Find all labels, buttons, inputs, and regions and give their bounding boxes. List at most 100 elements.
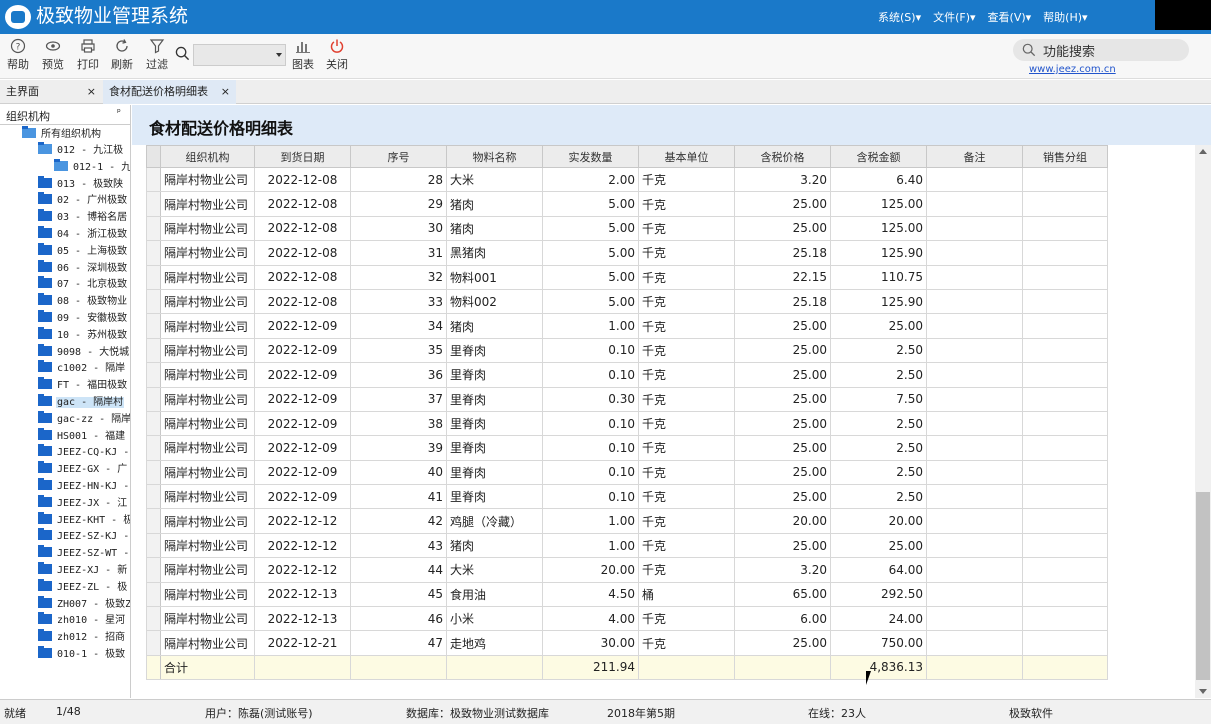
row-header[interactable] — [146, 630, 161, 656]
table-cell[interactable] — [926, 484, 1023, 510]
table-cell[interactable]: 6.40 — [830, 166, 927, 193]
table-cell[interactable]: 里脊肉 — [446, 386, 543, 412]
table-cell[interactable]: 2022-12-09 — [254, 386, 351, 412]
table-cell[interactable]: 5.00 — [542, 240, 639, 266]
table-cell[interactable]: 千克 — [638, 435, 735, 461]
table-cell[interactable] — [926, 288, 1023, 315]
vertical-scrollbar[interactable] — [1195, 145, 1211, 698]
table-cell[interactable]: 隔岸村物业公司 — [160, 459, 255, 486]
table-cell[interactable]: 桶 — [638, 581, 735, 608]
table-cell[interactable]: 隔岸村物业公司 — [160, 532, 255, 559]
table-row[interactable]: 隔岸村物业公司 2022-12-09 41 里脊肉 0.10 千克 25.00 2.50 — [146, 484, 1108, 510]
menu-view[interactable]: 查看(V)▾ — [988, 9, 1032, 25]
table-cell[interactable]: 里脊肉 — [446, 484, 543, 510]
table-cell[interactable]: 25.00 — [734, 410, 831, 437]
table-cell[interactable]: 物料001 — [446, 264, 543, 290]
table-cell[interactable]: 2022-12-08 — [254, 191, 351, 217]
table-cell[interactable] — [1022, 264, 1108, 290]
table-row[interactable]: 隔岸村物业公司 2022-12-08 28 大米 2.00 千克 3.20 6.40 — [146, 166, 1108, 193]
table-cell[interactable] — [1022, 630, 1108, 656]
tree-node[interactable]: JEEZ-ZL - 极 — [38, 578, 128, 596]
table-cell[interactable]: 25.00 — [734, 215, 831, 242]
table-cell[interactable] — [926, 435, 1023, 461]
table-cell[interactable]: 隔岸村物业公司 — [160, 606, 255, 632]
table-cell[interactable]: 34 — [350, 313, 447, 339]
column-header[interactable]: 销售分组 — [1022, 145, 1108, 168]
table-cell[interactable]: 千克 — [638, 313, 735, 339]
table-row[interactable]: 隔岸村物业公司 2022-12-08 31 黑猪肉 5.00 千克 25.18 125.90 — [146, 240, 1108, 266]
table-cell[interactable]: 2.50 — [830, 362, 927, 388]
table-cell[interactable] — [926, 166, 1023, 193]
table-cell[interactable]: 20.00 — [734, 508, 831, 534]
table-cell[interactable]: 46 — [350, 606, 447, 632]
table-cell[interactable]: 2022-12-08 — [254, 288, 351, 315]
table-cell[interactable]: 千克 — [638, 508, 735, 534]
tree-node[interactable]: JEEZ-HN-KJ - — [38, 478, 130, 495]
table-cell[interactable]: 隔岸村物业公司 — [160, 362, 255, 388]
table-row[interactable]: 隔岸村物业公司 2022-12-09 36 里脊肉 0.10 千克 25.00 2.50 — [146, 362, 1108, 388]
column-header[interactable]: 备注 — [926, 145, 1023, 168]
table-row[interactable]: 隔岸村物业公司 2022-12-09 38 里脊肉 0.10 千克 25.00 2.50 — [146, 410, 1108, 437]
table-cell[interactable]: 25.00 — [734, 362, 831, 388]
table-cell[interactable]: 125.00 — [830, 215, 927, 242]
table-cell[interactable]: 2022-12-08 — [254, 264, 351, 290]
row-header[interactable] — [146, 581, 161, 608]
table-cell[interactable] — [926, 410, 1023, 437]
search-combobox[interactable] — [193, 44, 286, 66]
table-cell[interactable]: 猪肉 — [446, 215, 543, 242]
table-cell[interactable]: 30 — [350, 215, 447, 242]
website-link[interactable]: www.jeez.com.cn — [1029, 64, 1116, 75]
table-cell[interactable]: 5.00 — [542, 264, 639, 290]
row-header[interactable] — [146, 264, 161, 290]
table-cell[interactable]: 隔岸村物业公司 — [160, 337, 255, 364]
table-cell[interactable] — [1022, 435, 1108, 461]
table-cell[interactable]: 隔岸村物业公司 — [160, 240, 255, 266]
row-header[interactable] — [146, 337, 161, 364]
chevron-down-icon[interactable] — [276, 53, 282, 57]
help-button[interactable]: ? 帮助 — [0, 38, 36, 72]
table-cell[interactable]: 大米 — [446, 557, 543, 583]
table-cell[interactable]: 1.00 — [542, 508, 639, 534]
table-cell[interactable]: 2022-12-09 — [254, 484, 351, 510]
table-cell[interactable]: 0.10 — [542, 459, 639, 486]
chart-button[interactable]: 图表 — [285, 38, 321, 72]
table-cell[interactable]: 65.00 — [734, 581, 831, 608]
table-cell[interactable]: 里脊肉 — [446, 410, 543, 437]
table-cell[interactable]: 里脊肉 — [446, 435, 543, 461]
table-cell[interactable] — [926, 191, 1023, 217]
table-cell[interactable] — [926, 313, 1023, 339]
table-cell[interactable]: 6.00 — [734, 606, 831, 632]
table-cell[interactable] — [926, 362, 1023, 388]
table-cell[interactable] — [926, 630, 1023, 656]
table-cell[interactable] — [1022, 166, 1108, 193]
table-cell[interactable] — [926, 386, 1023, 412]
table-cell[interactable]: 25.00 — [734, 337, 831, 364]
close-report-button[interactable]: 关闭 — [319, 38, 355, 72]
table-cell[interactable]: 45 — [350, 581, 447, 608]
tree-node-root[interactable]: 所有组织机构 — [22, 126, 102, 143]
tree-node[interactable]: 07 - 北京极致 — [38, 276, 128, 293]
scroll-up-icon[interactable] — [1199, 149, 1207, 154]
table-cell[interactable]: 5.00 — [542, 288, 639, 315]
table-cell[interactable]: 25.00 — [734, 435, 831, 461]
table-cell[interactable]: 25.00 — [734, 459, 831, 486]
table-cell[interactable]: 125.00 — [830, 191, 927, 217]
table-cell[interactable] — [926, 508, 1023, 534]
filter-button[interactable]: 过滤 — [139, 38, 175, 72]
table-cell[interactable]: 25.00 — [734, 191, 831, 217]
table-cell[interactable]: 2022-12-09 — [254, 410, 351, 437]
table-cell[interactable]: 1.00 — [542, 532, 639, 559]
table-cell[interactable]: 24.00 — [830, 606, 927, 632]
column-header[interactable]: 组织机构 — [160, 145, 255, 168]
table-row[interactable]: 隔岸村物业公司 2022-12-12 42 鸡腿（冷藏） 1.00 千克 20.00 20.0… — [146, 508, 1108, 534]
table-cell[interactable]: 5.00 — [542, 215, 639, 242]
table-row[interactable]: 隔岸村物业公司 2022-12-12 44 大米 20.00 千克 3.20 64.00 — [146, 557, 1108, 583]
tab-report[interactable]: 食材配送价格明细表 × — [103, 80, 236, 104]
table-cell[interactable] — [926, 557, 1023, 583]
table-cell[interactable]: 千克 — [638, 362, 735, 388]
tree-node[interactable]: JEEZ-KHT - 极 — [38, 511, 130, 529]
table-cell[interactable]: 25.00 — [830, 532, 927, 559]
tree-node[interactable]: 06 - 深圳极致 — [38, 259, 128, 277]
column-header[interactable]: 实发数量 — [542, 145, 639, 168]
table-row[interactable]: 隔岸村物业公司 2022-12-21 47 走地鸡 30.00 千克 25.00 750.00 — [146, 630, 1108, 656]
